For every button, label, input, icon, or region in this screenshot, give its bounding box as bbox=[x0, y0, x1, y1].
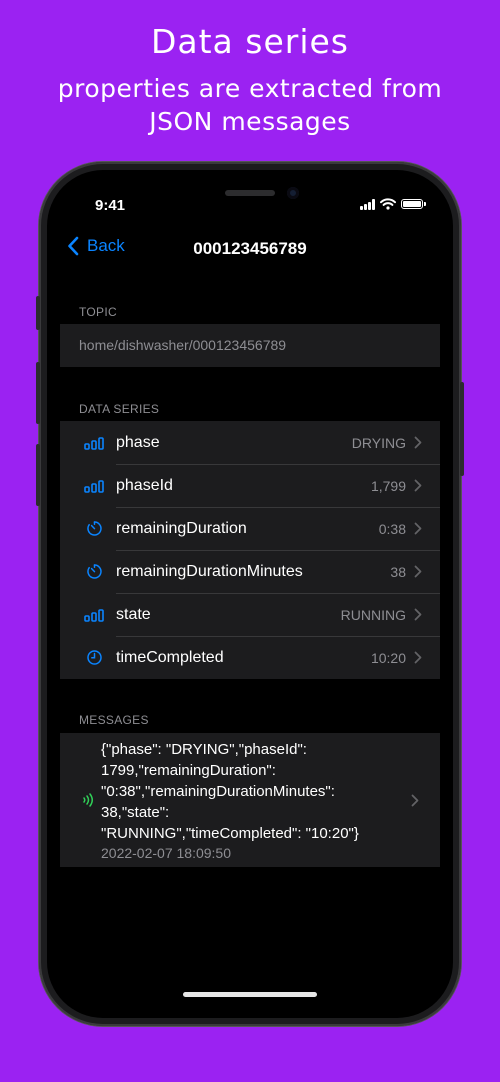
home-indicator[interactable] bbox=[183, 992, 317, 997]
phone-silent-switch bbox=[36, 296, 40, 330]
series-value: DRYING bbox=[351, 434, 406, 451]
phone-power-button bbox=[460, 382, 464, 476]
message-row[interactable]: {"phase": "DRYING","phaseId": 1799,"rema… bbox=[60, 733, 440, 867]
bar-chart-icon bbox=[82, 608, 106, 622]
series-value: 1,799 bbox=[370, 477, 406, 494]
status-icons bbox=[360, 198, 426, 210]
message-json-line: 38,"state": bbox=[101, 804, 170, 821]
message-json-line: "0:38","remainingDurationMinutes": bbox=[101, 783, 335, 800]
chevron-right-icon bbox=[414, 565, 422, 578]
chevron-right-icon bbox=[414, 522, 422, 535]
chevron-right-icon bbox=[414, 479, 422, 492]
message-json-line: 1799,"remainingDuration": bbox=[101, 762, 276, 779]
battery-icon bbox=[401, 199, 426, 209]
series-name: state bbox=[116, 605, 151, 623]
promo-subtitle: properties are extracted from JSON messa… bbox=[0, 72, 500, 138]
data-series-list: phase DRYING phaseId 1,799 remainingDura… bbox=[60, 421, 440, 679]
phone-screen: 9:41 Back 000123456789 TOPIC home/dishwa… bbox=[47, 170, 453, 1018]
wifi-icon bbox=[380, 198, 396, 210]
signal-waves-icon bbox=[78, 793, 98, 807]
data-series-row-phaseId[interactable]: phaseId 1,799 bbox=[60, 464, 440, 507]
message-json-line: "RUNNING","timeCompleted": "10:20"} bbox=[101, 825, 359, 842]
series-name: remainingDuration bbox=[116, 519, 247, 537]
data-series-row-remainingDurationMinutes[interactable]: remainingDurationMinutes 38 bbox=[60, 550, 440, 593]
series-name: timeCompleted bbox=[116, 648, 224, 666]
message-timestamp: 2022-02-07 18:09:50 bbox=[101, 845, 231, 861]
series-name: phase bbox=[116, 433, 160, 451]
timer-icon bbox=[82, 563, 106, 580]
cellular-signal-icon bbox=[360, 198, 375, 210]
data-series-row-state[interactable]: state RUNNING bbox=[60, 593, 440, 636]
chevron-right-icon bbox=[414, 608, 422, 621]
data-series-row-phase[interactable]: phase DRYING bbox=[60, 421, 440, 464]
nav-title: 000123456789 bbox=[193, 239, 307, 258]
message-json-line: {"phase": "DRYING","phaseId": bbox=[101, 741, 307, 758]
chevron-right-icon bbox=[414, 436, 422, 449]
series-value: 38 bbox=[390, 563, 406, 580]
timer-icon bbox=[82, 520, 106, 537]
series-name: remainingDurationMinutes bbox=[116, 562, 303, 580]
messages-list: {"phase": "DRYING","phaseId": 1799,"rema… bbox=[60, 733, 440, 867]
series-name: phaseId bbox=[116, 476, 173, 494]
data-series-row-timeCompleted[interactable]: timeCompleted 10:20 bbox=[60, 636, 440, 679]
status-time: 9:41 bbox=[95, 197, 126, 214]
topic-header: TOPIC bbox=[79, 305, 117, 319]
messages-header: MESSAGES bbox=[79, 713, 149, 727]
promo-subtitle-line2: JSON messages bbox=[149, 107, 351, 136]
series-value: 10:20 bbox=[370, 649, 406, 666]
promo-subtitle-line1: properties are extracted from bbox=[57, 74, 443, 103]
clock-icon bbox=[82, 649, 106, 666]
message-json: {"phase": "DRYING","phaseId": 1799,"rema… bbox=[101, 739, 401, 844]
message-body: {"phase": "DRYING","phaseId": 1799,"rema… bbox=[101, 739, 401, 861]
phone-volume-up bbox=[36, 362, 40, 424]
data-series-row-remainingDuration[interactable]: remainingDuration 0:38 bbox=[60, 507, 440, 550]
phone-volume-down bbox=[36, 444, 40, 506]
topic-value: home/dishwasher/000123456789 bbox=[79, 337, 287, 353]
earpiece-speaker bbox=[225, 190, 275, 196]
promo-title: Data series bbox=[150, 22, 349, 61]
topic-card: home/dishwasher/000123456789 bbox=[60, 324, 440, 367]
front-camera bbox=[287, 187, 299, 199]
chevron-right-icon bbox=[411, 794, 419, 807]
data-series-header: DATA SERIES bbox=[79, 402, 160, 416]
series-value: RUNNING bbox=[340, 606, 406, 623]
chevron-right-icon bbox=[414, 651, 422, 664]
series-value: 0:38 bbox=[378, 520, 406, 537]
bar-chart-icon bbox=[82, 479, 106, 493]
bar-chart-icon bbox=[82, 436, 106, 450]
